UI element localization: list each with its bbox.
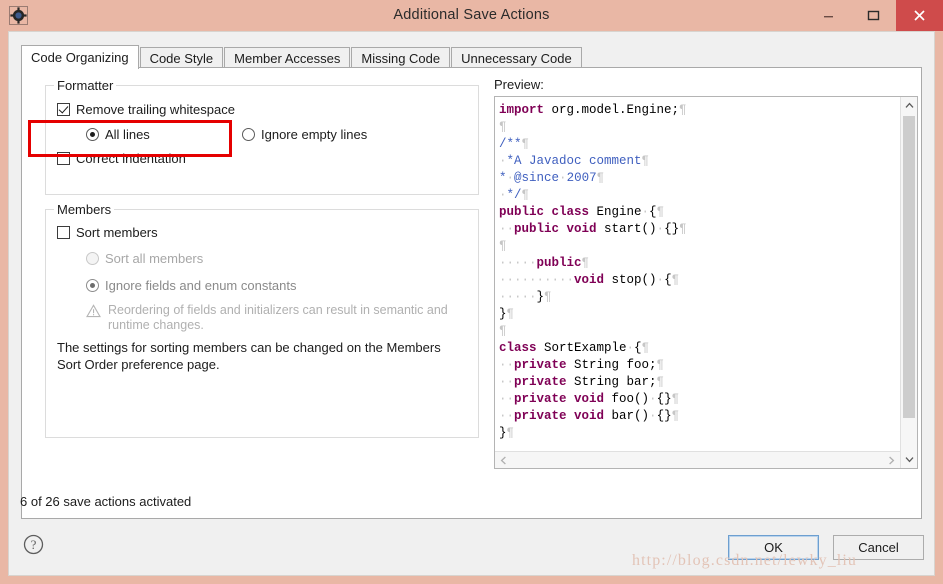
sort-members-checkbox[interactable]: Sort members (57, 225, 158, 240)
additional-save-actions-dialog: Additional Save Actions Code Organizing … (0, 0, 943, 584)
window-controls (806, 0, 943, 31)
checkbox-box (57, 152, 70, 165)
ignore-fields-and-enum-constants-label: Ignore fields and enum constants (105, 278, 297, 293)
scroll-up-icon[interactable] (901, 97, 917, 114)
tab-panel-code-organizing: Formatter Remove trailing whitespace All… (21, 67, 922, 519)
minimize-icon[interactable] (806, 0, 851, 31)
preview-vertical-scrollbar[interactable] (900, 97, 917, 468)
radio-dot (86, 279, 99, 292)
help-question-icon[interactable]: ? (22, 533, 44, 555)
members-info-text: The settings for sorting members can be … (57, 340, 441, 372)
remove-trailing-whitespace-checkbox[interactable]: Remove trailing whitespace (57, 102, 235, 117)
scroll-right-icon[interactable] (883, 452, 900, 468)
all-lines-radio[interactable]: All lines (86, 127, 150, 142)
tab-member-accesses[interactable]: Member Accesses (224, 47, 351, 68)
sort-all-members-label: Sort all members (105, 251, 204, 266)
members-group: Members Sort members Sort all members Ig… (45, 202, 479, 438)
status-text: 6 of 26 save actions activated (20, 494, 192, 509)
ignore-fields-and-enum-constants-radio[interactable]: Ignore fields and enum constants (86, 278, 297, 293)
watermark-text: http://blog.csdn.net/lewky_liu (632, 552, 857, 569)
checkbox-box (57, 103, 70, 116)
checkbox-box (57, 226, 70, 239)
radio-dot (242, 128, 255, 141)
formatter-group-title: Formatter (54, 78, 117, 93)
radio-dot (86, 252, 99, 265)
remove-trailing-whitespace-label: Remove trailing whitespace (76, 102, 235, 117)
warning-triangle-icon (86, 304, 101, 322)
ignore-empty-lines-label: Ignore empty lines (261, 127, 368, 142)
tab-code-style[interactable]: Code Style (139, 47, 224, 68)
scroll-left-icon[interactable] (495, 452, 512, 468)
preview-horizontal-scrollbar[interactable] (495, 451, 900, 468)
tab-unnecessary-code[interactable]: Unnecessary Code (451, 47, 582, 68)
preview-code-text: import org.model.Engine;¶ ¶ /**¶ ·*A Jav… (499, 103, 687, 440)
sort-members-label: Sort members (76, 225, 158, 240)
close-icon[interactable] (896, 0, 943, 31)
preview-label: Preview: (494, 77, 544, 92)
tab-code-organizing[interactable]: Code Organizing (21, 45, 139, 69)
tab-missing-code[interactable]: Missing Code (351, 47, 451, 68)
formatter-group: Formatter Remove trailing whitespace All… (45, 78, 479, 195)
members-group-title: Members (54, 202, 115, 217)
title-bar: Additional Save Actions (0, 0, 943, 31)
window-title: Additional Save Actions (393, 7, 550, 23)
ignore-empty-lines-radio[interactable]: Ignore empty lines (242, 127, 367, 142)
vertical-scroll-thumb[interactable] (903, 116, 915, 418)
preview-code-box[interactable]: import org.model.Engine;¶ ¶ /**¶ ·*A Jav… (494, 96, 918, 469)
correct-indentation-label: Correct indentation (76, 151, 186, 166)
correct-indentation-checkbox[interactable]: Correct indentation (57, 151, 186, 166)
radio-dot (86, 128, 99, 141)
members-warning-text: Reordering of fields and initializers ca… (108, 303, 448, 332)
scroll-down-icon[interactable] (901, 451, 917, 468)
svg-text:?: ? (30, 537, 36, 552)
maximize-icon[interactable] (851, 0, 896, 31)
all-lines-label: All lines (105, 127, 150, 142)
members-warning: Reordering of fields and initializers ca… (86, 303, 456, 333)
dialog-client-area: Code Organizing Code Style Member Access… (8, 31, 935, 576)
tab-bar: Code Organizing Code Style Member Access… (21, 45, 921, 69)
sort-all-members-radio[interactable]: Sort all members (86, 251, 203, 266)
